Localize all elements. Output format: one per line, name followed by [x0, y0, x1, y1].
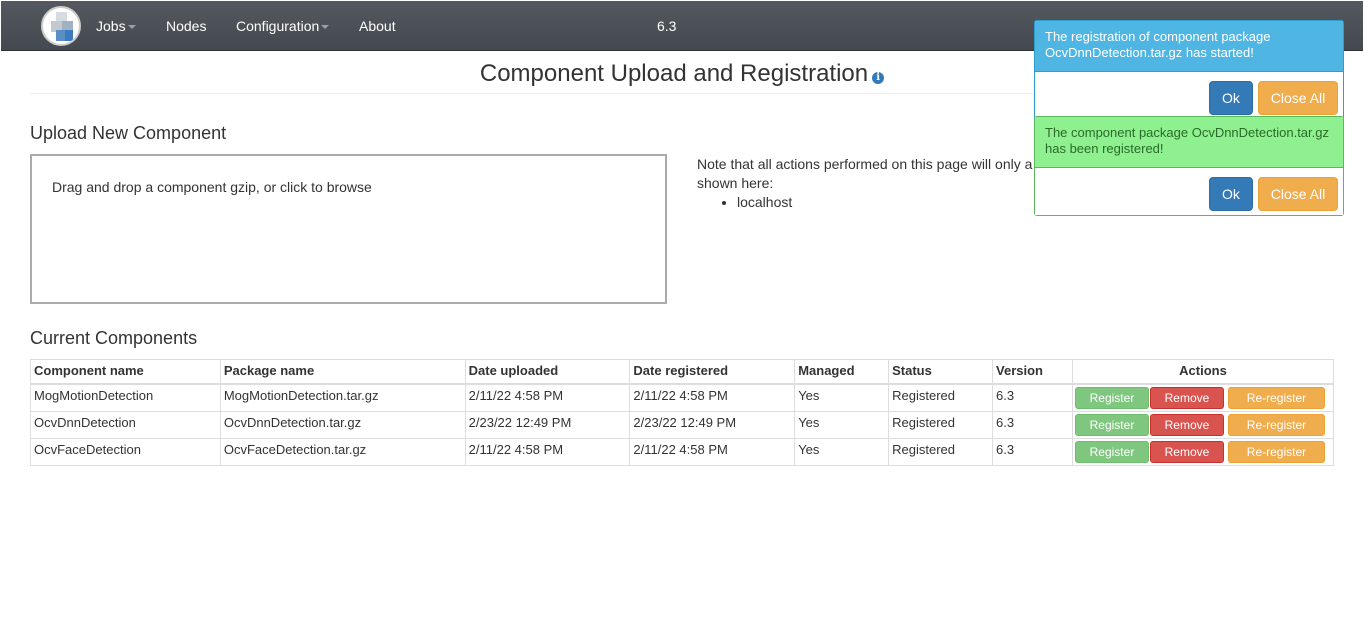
nav-configuration-label: Configuration [236, 18, 320, 34]
cell-date-uploaded: 2/11/22 4:58 PM [464, 383, 631, 412]
hosts-note: Note that all actions performed on this … [697, 155, 1057, 212]
info-icon[interactable]: i [872, 72, 885, 84]
column-header[interactable]: Package name [219, 359, 466, 385]
upload-dropzone[interactable]: Drag and drop a component gzip, or click… [30, 154, 667, 304]
register-button[interactable]: Register [1074, 440, 1149, 463]
dropzone-text: Drag and drop a component gzip, or click… [52, 179, 372, 195]
nav-version: 6.3 [657, 18, 677, 34]
nav-about[interactable]: About [359, 1, 396, 51]
cell-date-registered: 2/11/22 4:58 PM [629, 437, 796, 466]
cell-component-name: MogMotionDetection [30, 383, 221, 412]
components-table: Component name Package name Date uploade… [30, 359, 1335, 466]
register-button[interactable]: Register [1074, 413, 1149, 436]
reregister-button[interactable]: Re-register [1227, 413, 1325, 436]
column-header[interactable]: Date uploaded [464, 359, 631, 385]
nav-jobs-label: Jobs [96, 18, 126, 34]
nav-nodes-label: Nodes [166, 18, 207, 34]
ok-button[interactable]: Ok [1209, 177, 1253, 211]
remove-button[interactable]: Remove [1149, 386, 1224, 409]
notification-footer: Ok Close All [1035, 167, 1343, 215]
cell-package-name: OcvDnnDetection.tar.gz [219, 410, 466, 439]
notification-message: The registration of component package Oc… [1035, 21, 1343, 71]
cell-date-registered: 2/11/22 4:58 PM [629, 383, 796, 412]
logo-cube-icon [65, 30, 73, 41]
upload-heading: Upload New Component [30, 123, 227, 143]
table-row: MogMotionDetection MogMotionDetection.ta… [30, 383, 1335, 412]
notification-info: The registration of component package Oc… [1034, 20, 1344, 120]
cell-version: 6.3 [992, 437, 1073, 466]
table-row: OcvFaceDetection OcvFaceDetection.tar.gz… [30, 437, 1335, 466]
cell-package-name: OcvFaceDetection.tar.gz [219, 437, 466, 466]
column-header[interactable]: Component name [30, 359, 221, 385]
cell-actions: Register Remove Re-register [1071, 410, 1335, 439]
reregister-button[interactable]: Re-register [1227, 440, 1325, 463]
nav-about-label: About [359, 18, 396, 34]
cell-date-uploaded: 2/23/22 12:49 PM [464, 410, 631, 439]
column-header[interactable]: Version [992, 359, 1073, 385]
page-title-text: Component Upload and Registration [479, 60, 869, 87]
nav-nodes[interactable]: Nodes [166, 1, 206, 51]
cell-status: Registered [888, 383, 994, 412]
column-header: Actions [1071, 359, 1335, 385]
remove-button[interactable]: Remove [1149, 413, 1224, 436]
nav-configuration[interactable]: Configuration [236, 1, 330, 51]
cell-package-name: MogMotionDetection.tar.gz [219, 383, 466, 412]
notification-message: The component package OcvDnnDetection.ta… [1035, 117, 1343, 167]
caret-down-icon [321, 25, 330, 30]
notification-footer: Ok Close All [1035, 71, 1343, 119]
table-header-row: Component name Package name Date uploade… [30, 359, 1335, 385]
cell-date-registered: 2/23/22 12:49 PM [629, 410, 796, 439]
column-header[interactable]: Date registered [629, 359, 796, 385]
column-header[interactable]: Status [888, 359, 994, 385]
app-logo[interactable] [41, 6, 81, 46]
components-heading: Current Components [30, 328, 198, 348]
close-all-button[interactable]: Close All [1258, 81, 1338, 115]
reregister-button[interactable]: Re-register [1227, 386, 1325, 409]
cell-managed: Yes [794, 410, 890, 439]
notification-success: The component package OcvDnnDetection.ta… [1034, 116, 1344, 216]
note-text: Note that all actions performed on this … [697, 156, 1033, 172]
cell-managed: Yes [794, 383, 890, 412]
close-all-button[interactable]: Close All [1258, 177, 1338, 211]
hosts-list: localhost [737, 193, 1057, 212]
cell-status: Registered [888, 410, 994, 439]
note-text-2: shown here: [697, 175, 774, 191]
cell-date-uploaded: 2/11/22 4:58 PM [464, 437, 631, 466]
register-button[interactable]: Register [1074, 386, 1149, 409]
cell-component-name: OcvDnnDetection [30, 410, 221, 439]
table-row: OcvDnnDetection OcvDnnDetection.tar.gz 2… [30, 410, 1335, 439]
cell-actions: Register Remove Re-register [1071, 383, 1335, 412]
cell-version: 6.3 [992, 410, 1073, 439]
column-header[interactable]: Managed [794, 359, 890, 385]
remove-button[interactable]: Remove [1149, 440, 1224, 463]
cell-actions: Register Remove Re-register [1071, 437, 1335, 466]
cell-status: Registered [888, 437, 994, 466]
host-item: localhost [737, 193, 1057, 212]
cell-managed: Yes [794, 437, 890, 466]
ok-button[interactable]: Ok [1209, 81, 1253, 115]
cell-version: 6.3 [992, 383, 1073, 412]
caret-down-icon [127, 25, 136, 30]
cell-component-name: OcvFaceDetection [30, 437, 221, 466]
nav-jobs[interactable]: Jobs [96, 1, 136, 51]
